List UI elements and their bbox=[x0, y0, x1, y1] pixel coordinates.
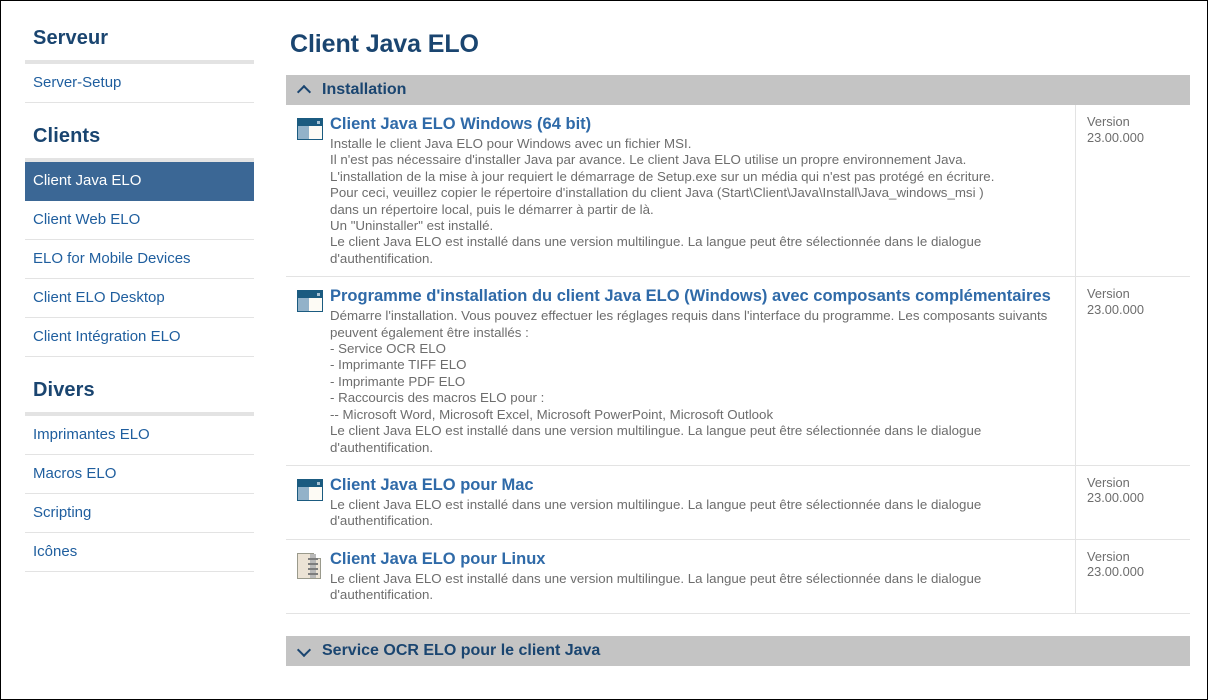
section-header-installation[interactable]: Installation bbox=[286, 75, 1190, 105]
zip-archive-icon bbox=[297, 552, 321, 579]
row-title-link[interactable]: Client Java ELO pour Mac bbox=[330, 475, 1061, 496]
main-content: Client Java ELO Installation Client Java… bbox=[278, 1, 1207, 699]
sidebar-item-client-elo-desktop[interactable]: Client ELO Desktop bbox=[25, 279, 254, 318]
sidebar-group-serveur: Serveur Server-Setup bbox=[1, 1, 278, 103]
version-label: Version bbox=[1087, 474, 1130, 490]
row-version-cell: Version 23.00.000 bbox=[1075, 539, 1190, 613]
row-description: Le client Java ELO est installé dans une… bbox=[330, 496, 982, 529]
row-version-cell: Version 23.00.000 bbox=[1075, 465, 1190, 539]
row-description: Démarre l'installation. Vous pouvez effe… bbox=[330, 308, 1048, 455]
row-title-link[interactable]: Programme d'installation du client Java … bbox=[330, 286, 1061, 307]
table-row: Client Java ELO pour Mac Le client Java … bbox=[286, 465, 1190, 540]
sidebar-navigation: Serveur Server-Setup Clients Client Java… bbox=[1, 1, 278, 699]
row-body: Programme d'installation du client Java … bbox=[330, 286, 1075, 456]
row-body: Client Java ELO pour Mac Le client Java … bbox=[330, 475, 1075, 530]
sidebar-item-scripting[interactable]: Scripting bbox=[25, 494, 254, 533]
table-row: Client Java ELO pour Linux Le client Jav… bbox=[286, 539, 1190, 614]
row-title-link[interactable]: Client Java ELO pour Linux bbox=[330, 549, 1061, 570]
version-label: Version bbox=[1087, 548, 1130, 564]
sidebar-item-elo-for-mobile-devices[interactable]: ELO for Mobile Devices bbox=[25, 240, 254, 279]
window-application-icon bbox=[297, 118, 323, 140]
window-application-icon bbox=[297, 478, 323, 501]
sidebar-group-clients: Clients Client Java ELO Client Web ELO E… bbox=[1, 103, 278, 357]
version-value: 23.00.000 bbox=[1087, 490, 1144, 506]
sidebar-heading-divers: Divers bbox=[33, 379, 95, 401]
window-application-icon bbox=[297, 290, 323, 313]
table-row: Client Java ELO Windows (64 bit) Install… bbox=[286, 105, 1190, 278]
sidebar-item-client-integration-elo[interactable]: Client Intégration ELO bbox=[25, 318, 254, 357]
sidebar-item-imprimantes-elo[interactable]: Imprimantes ELO bbox=[25, 416, 254, 455]
version-value: 23.00.000 bbox=[1087, 301, 1144, 317]
section-title-installation: Installation bbox=[322, 81, 407, 98]
sidebar-item-macros-elo[interactable]: Macros ELO bbox=[25, 455, 254, 494]
version-label: Version bbox=[1087, 114, 1130, 129]
row-icon-cell bbox=[286, 549, 330, 604]
row-title-link[interactable]: Client Java ELO Windows (64 bit) bbox=[330, 114, 1061, 135]
section-title-service-ocr-elo: Service OCR ELO pour le client Java bbox=[322, 641, 601, 659]
row-version-cell: Version 23.00.000 bbox=[1075, 105, 1190, 277]
sidebar-item-server-setup[interactable]: Server-Setup bbox=[25, 64, 254, 103]
chevron-down-icon bbox=[297, 644, 311, 658]
table-row: Programme d'installation du client Java … bbox=[286, 277, 1190, 466]
sidebar-heading-serveur: Serveur bbox=[33, 27, 109, 49]
sidebar-item-client-java-elo[interactable]: Client Java ELO bbox=[25, 162, 254, 201]
sidebar-group-divers: Divers Imprimantes ELO Macros ELO Script… bbox=[1, 357, 278, 572]
installation-row-list: Client Java ELO Windows (64 bit) Install… bbox=[286, 105, 1190, 614]
version-value: 23.00.000 bbox=[1087, 129, 1144, 145]
version-value: 23.00.000 bbox=[1087, 564, 1144, 580]
section-header-service-ocr-elo[interactable]: Service OCR ELO pour le client Java bbox=[286, 635, 1190, 666]
sidebar-item-client-web-elo[interactable]: Client Web ELO bbox=[25, 201, 254, 240]
page-title: Client Java ELO bbox=[290, 30, 479, 58]
app-window: Serveur Server-Setup Clients Client Java… bbox=[0, 0, 1208, 700]
row-body: Client Java ELO Windows (64 bit) Install… bbox=[330, 114, 1075, 267]
sidebar-item-icones[interactable]: Icônes bbox=[25, 533, 254, 572]
row-description: Le client Java ELO est installé dans une… bbox=[330, 570, 982, 603]
chevron-up-icon bbox=[297, 83, 311, 97]
sidebar-heading-clients: Clients bbox=[33, 125, 101, 147]
row-icon-cell bbox=[286, 475, 330, 530]
row-version-cell: Version 23.00.000 bbox=[1075, 277, 1190, 465]
version-label: Version bbox=[1087, 286, 1130, 302]
row-description: Installe le client Java ELO pour Windows… bbox=[330, 136, 995, 266]
row-body: Client Java ELO pour Linux Le client Jav… bbox=[330, 549, 1075, 604]
row-icon-cell bbox=[286, 286, 330, 456]
row-icon-cell bbox=[286, 114, 330, 267]
